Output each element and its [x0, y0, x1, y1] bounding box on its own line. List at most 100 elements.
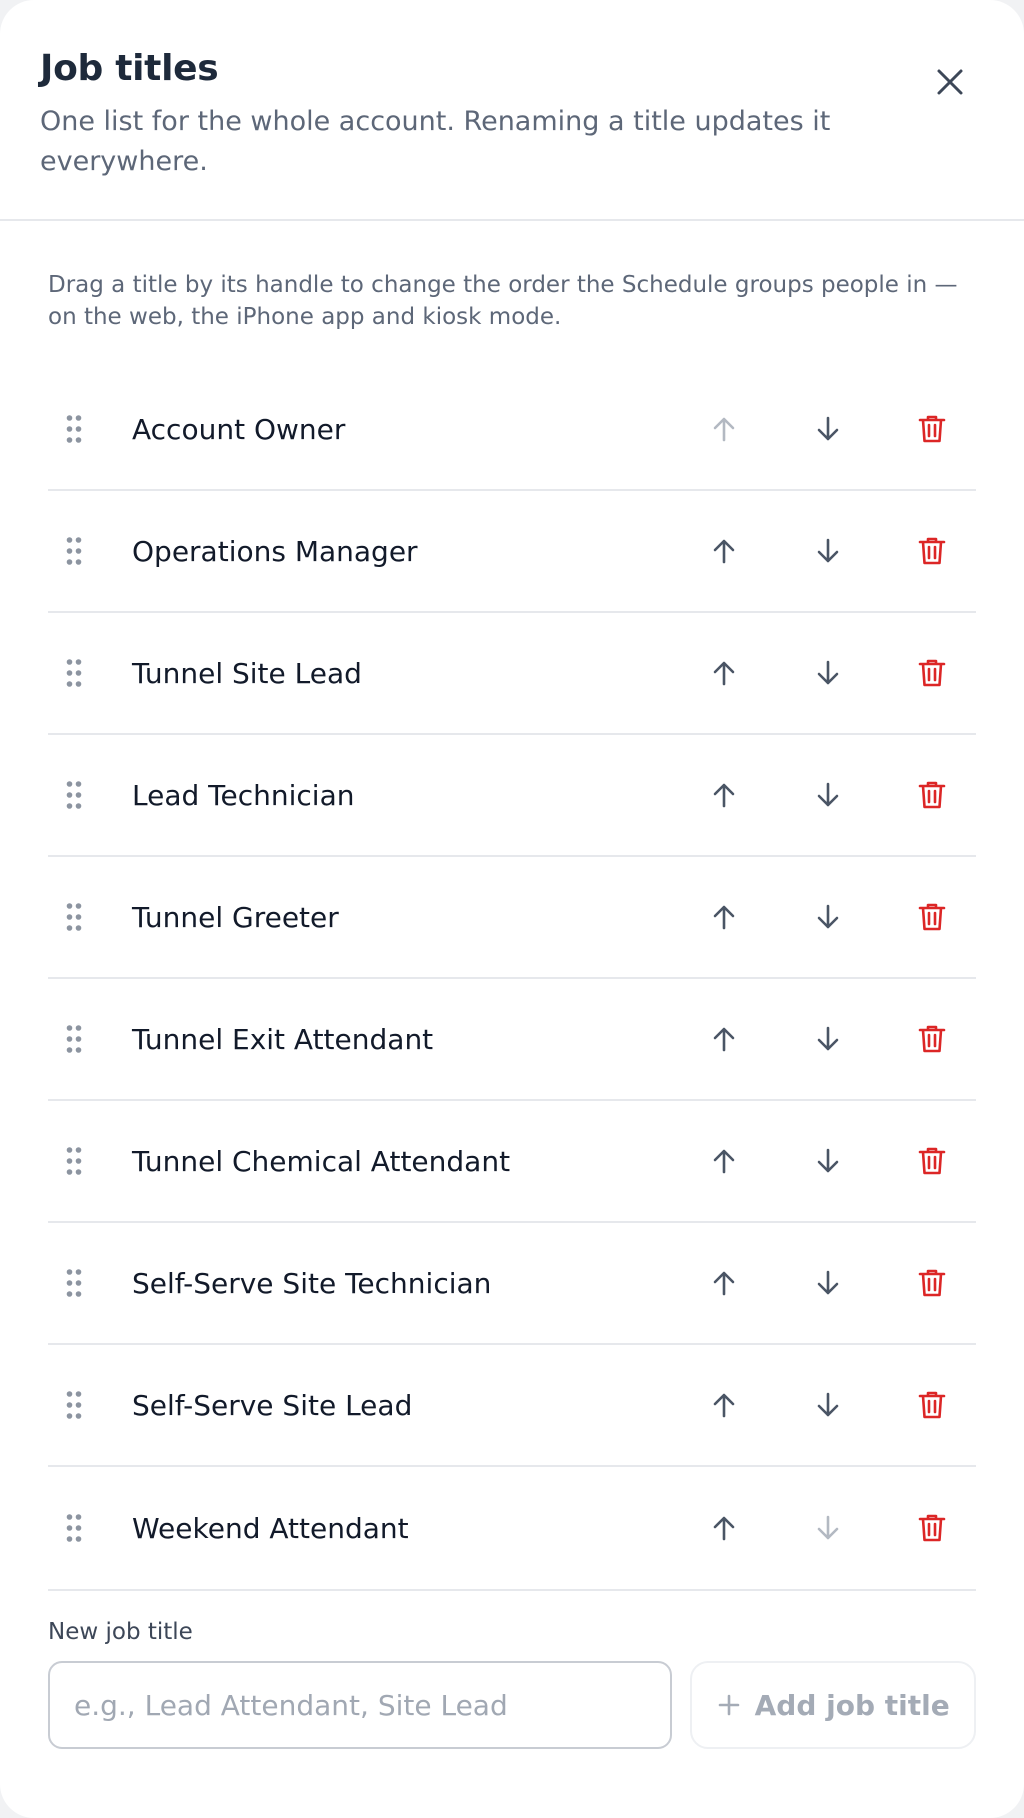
- trash-icon: [918, 1391, 946, 1419]
- trash-icon: [918, 781, 946, 809]
- trash-icon: [918, 1147, 946, 1175]
- arrow-up-icon: [713, 539, 735, 564]
- arrow-down-icon: [817, 660, 839, 685]
- job-title-row: Self-Serve Site Technician: [48, 1223, 976, 1345]
- job-title-row: Tunnel Site Lead: [48, 613, 976, 735]
- arrow-down-icon: [817, 416, 839, 441]
- job-title-label: Tunnel Exit Attendant: [132, 1022, 434, 1056]
- dialog-subtitle: One list for the whole account. Renaming…: [40, 106, 831, 177]
- job-title-row: Weekend Attendant: [48, 1467, 976, 1589]
- trash-icon: [918, 903, 946, 931]
- drag-handle[interactable]: [64, 1267, 84, 1299]
- new-title-label: New job title: [48, 1619, 193, 1645]
- move-up-button[interactable]: [700, 1137, 748, 1185]
- delete-button[interactable]: [908, 771, 956, 819]
- dialog-body: Drag a title by its handle to change the…: [0, 221, 1024, 1591]
- drag-handle[interactable]: [64, 1389, 84, 1421]
- delete-button[interactable]: [908, 1137, 956, 1185]
- drag-handle-icon: [66, 903, 82, 931]
- move-down-button[interactable]: [804, 527, 852, 575]
- drag-handle[interactable]: [64, 1512, 84, 1544]
- arrow-down-icon: [817, 538, 839, 563]
- trash-icon: [918, 1269, 946, 1297]
- drag-handle[interactable]: [64, 1145, 84, 1177]
- move-down-button[interactable]: [804, 1015, 852, 1063]
- job-title-row: Tunnel Greeter: [48, 857, 976, 979]
- job-title-label: Weekend Attendant: [132, 1511, 409, 1545]
- job-title-label: Lead Technician: [132, 778, 355, 812]
- reorder-hint: Drag a title by its handle to change the…: [48, 272, 958, 330]
- job-title-label: Tunnel Site Lead: [132, 656, 362, 690]
- move-up-button[interactable]: [700, 527, 748, 575]
- job-title-label: Tunnel Greeter: [132, 900, 339, 934]
- dialog-header: Job titles One list for the whole accoun…: [0, 0, 1024, 221]
- new-title-input[interactable]: [48, 1661, 673, 1749]
- delete-button[interactable]: [908, 1381, 956, 1429]
- plus-icon: [718, 1694, 739, 1716]
- delete-button[interactable]: [908, 1015, 956, 1063]
- arrow-up-icon: [713, 1149, 735, 1174]
- move-down-button: [804, 1504, 852, 1552]
- move-up-button[interactable]: [700, 1015, 748, 1063]
- arrow-up-icon: [713, 1027, 735, 1052]
- delete-button[interactable]: [908, 893, 956, 941]
- trash-icon: [918, 659, 946, 687]
- move-down-button[interactable]: [804, 771, 852, 819]
- delete-button[interactable]: [908, 527, 956, 575]
- move-down-button[interactable]: [804, 1381, 852, 1429]
- move-down-button[interactable]: [804, 893, 852, 941]
- trash-icon: [918, 537, 946, 565]
- arrow-down-icon: [817, 1026, 839, 1051]
- move-up-button[interactable]: [700, 1381, 748, 1429]
- arrow-down-icon: [817, 1392, 839, 1417]
- drag-handle-icon: [66, 781, 82, 809]
- arrow-down-icon: [817, 782, 839, 807]
- arrow-up-icon: [713, 661, 735, 686]
- job-title-label: Account Owner: [132, 412, 346, 446]
- drag-handle[interactable]: [64, 1023, 84, 1055]
- drag-handle-icon: [66, 1391, 82, 1419]
- move-down-button[interactable]: [804, 1137, 852, 1185]
- delete-button[interactable]: [908, 649, 956, 697]
- drag-handle-icon: [66, 415, 82, 443]
- drag-handle[interactable]: [64, 657, 84, 689]
- job-title-row: Operations Manager: [48, 491, 976, 613]
- add-job-title-button[interactable]: Add job title: [690, 1661, 976, 1749]
- move-down-button[interactable]: [804, 649, 852, 697]
- new-title-form: New job title Add job title: [0, 1591, 1024, 1749]
- trash-icon: [918, 1514, 946, 1542]
- drag-handle-icon: [66, 537, 82, 565]
- move-up-button[interactable]: [700, 1259, 748, 1307]
- move-up-button[interactable]: [700, 649, 748, 697]
- job-title-row: Tunnel Chemical Attendant: [48, 1101, 976, 1223]
- move-down-button[interactable]: [804, 405, 852, 453]
- move-up-button[interactable]: [700, 1504, 748, 1552]
- add-row: Add job title: [48, 1661, 976, 1749]
- drag-handle[interactable]: [64, 779, 84, 811]
- add-job-title-label: Add job title: [754, 1688, 950, 1722]
- drag-handle-icon: [66, 1514, 82, 1542]
- move-down-button[interactable]: [804, 1259, 852, 1307]
- drag-handle[interactable]: [64, 901, 84, 933]
- move-up-button: [700, 405, 748, 453]
- job-title-row: Tunnel Exit Attendant: [48, 979, 976, 1101]
- arrow-down-icon: [817, 1270, 839, 1295]
- arrow-down-icon: [817, 904, 839, 929]
- delete-button[interactable]: [908, 405, 956, 453]
- arrow-up-icon: [713, 1516, 735, 1541]
- delete-button[interactable]: [908, 1259, 956, 1307]
- close-button[interactable]: [928, 60, 972, 104]
- move-up-button[interactable]: [700, 771, 748, 819]
- move-up-button[interactable]: [700, 893, 748, 941]
- drag-handle[interactable]: [64, 413, 84, 445]
- job-title-row: Lead Technician: [48, 735, 976, 857]
- arrow-up-icon: [713, 417, 735, 442]
- arrow-down-icon: [817, 1515, 839, 1540]
- arrow-up-icon: [713, 1393, 735, 1418]
- drag-handle-icon: [66, 1025, 82, 1053]
- drag-handle-icon: [66, 659, 82, 687]
- arrow-down-icon: [817, 1148, 839, 1173]
- delete-button[interactable]: [908, 1504, 956, 1552]
- drag-handle-icon: [66, 1269, 82, 1297]
- drag-handle[interactable]: [64, 535, 84, 567]
